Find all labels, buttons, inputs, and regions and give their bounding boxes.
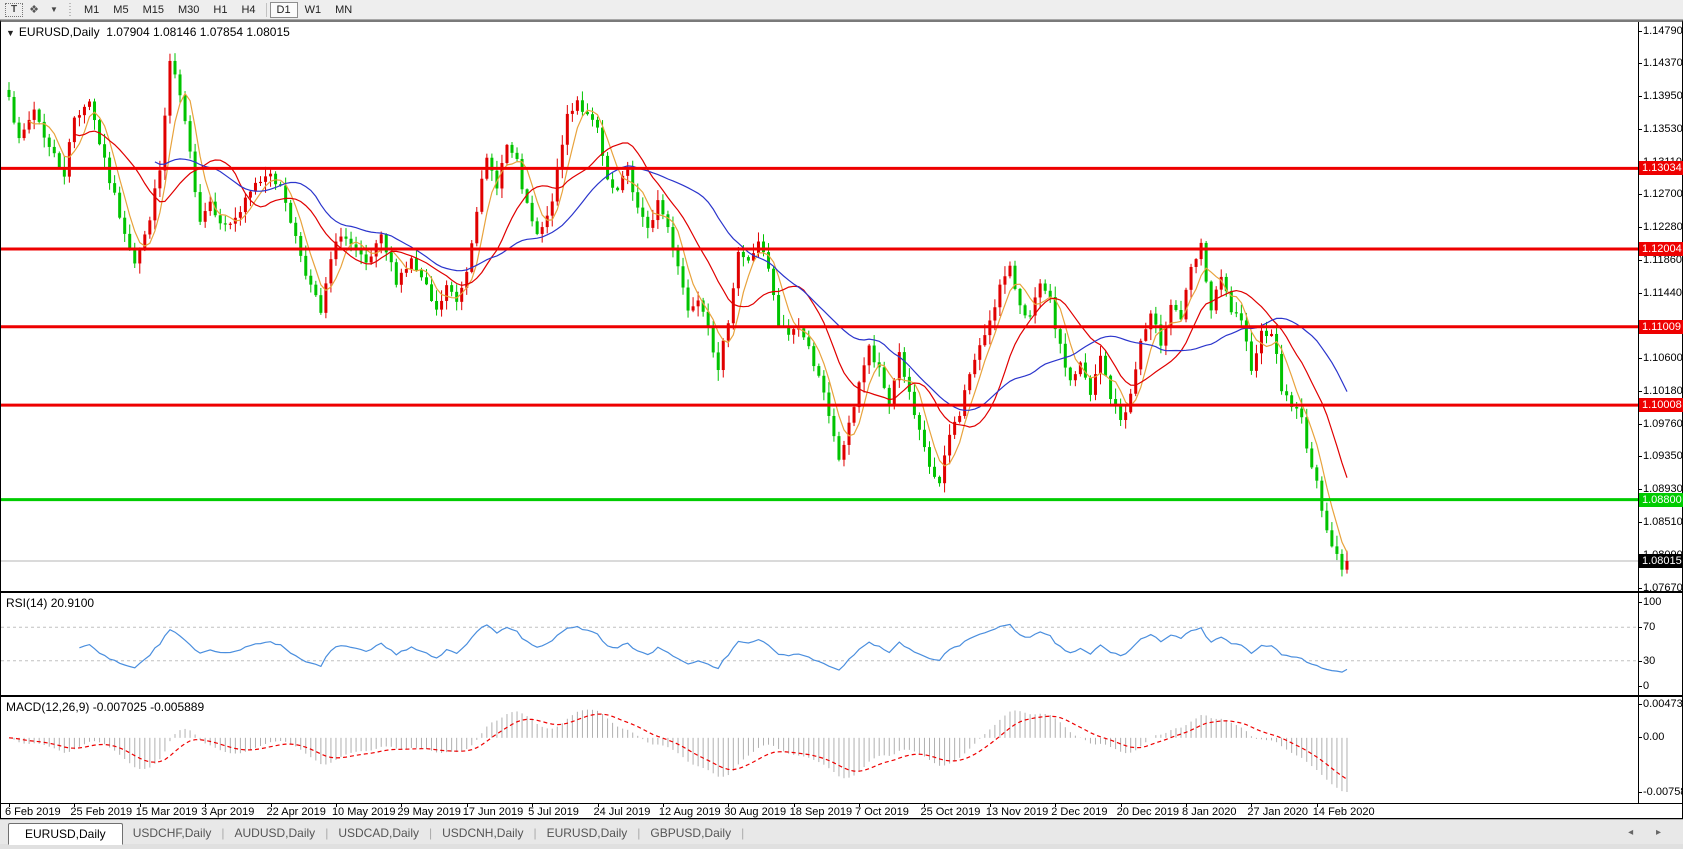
price-axis: 1.147901.143701.139501.135301.131101.127… bbox=[1638, 22, 1682, 591]
date-axis-label: 5 Jul 2019 bbox=[528, 806, 579, 818]
chart-ohlc-values: 1.07904 1.08146 1.07854 1.08015 bbox=[106, 25, 290, 39]
chart-tab-usdchf[interactable]: USDCHF,Daily bbox=[123, 822, 222, 844]
macd-chart-area[interactable]: MACD(12,26,9) -0.007025 -0.005889 bbox=[1, 697, 1638, 803]
macd-panel: MACD(12,26,9) -0.007025 -0.005889 0.0047… bbox=[1, 695, 1682, 803]
price-chart-area[interactable]: ▼ EURUSD,Daily 1.07904 1.08146 1.07854 1.… bbox=[1, 22, 1638, 591]
date-axis-label: 3 Apr 2019 bbox=[201, 806, 254, 818]
date-axis-label: 2 Dec 2019 bbox=[1051, 806, 1107, 818]
chart-tab-eurusd[interactable]: EURUSD,Daily bbox=[537, 822, 638, 844]
date-axis-label: 25 Feb 2019 bbox=[70, 806, 132, 818]
rsi-axis-label: 70 bbox=[1643, 621, 1655, 634]
rsi-panel: RSI(14) 20.9100 100 70 30 0 bbox=[1, 591, 1682, 695]
timeframe-button-h1[interactable]: H1 bbox=[206, 2, 234, 18]
price-panel: ▼ EURUSD,Daily 1.07904 1.08146 1.07854 1.… bbox=[1, 22, 1682, 591]
top-toolbar: T ❖ ▼ M1M5M15M30H1H4 D1W1MN bbox=[0, 0, 1683, 20]
tab-separator: | bbox=[741, 826, 744, 844]
price-axis-label: 1.12280 bbox=[1643, 221, 1683, 234]
price-axis-label: 1.12700 bbox=[1643, 188, 1683, 201]
date-axis-label: 22 Apr 2019 bbox=[267, 806, 326, 818]
date-axis-label: 6 Feb 2019 bbox=[5, 806, 61, 818]
rsi-axis-label: 100 bbox=[1643, 596, 1661, 609]
price-axis-label: 1.13530 bbox=[1643, 123, 1683, 136]
toolbar-grip bbox=[68, 3, 73, 17]
timeframe-button-m5[interactable]: M5 bbox=[106, 2, 135, 18]
level-price-badge: 1.08800 bbox=[1639, 493, 1683, 507]
toolbar-separator bbox=[266, 3, 267, 17]
date-axis-label: 10 May 2019 bbox=[332, 806, 396, 818]
timeframe-button-w1[interactable]: W1 bbox=[298, 2, 329, 18]
level-price-badge: 1.12004 bbox=[1639, 242, 1683, 256]
price-axis-label: 1.13950 bbox=[1643, 90, 1683, 103]
date-axis-label: 18 Sep 2019 bbox=[790, 806, 852, 818]
price-axis-label: 1.09760 bbox=[1643, 418, 1683, 431]
date-axis: 6 Feb 2019 25 Feb 2019 15 Mar 20193 Apr 20… bbox=[1, 803, 1682, 818]
price-axis-label: 1.14370 bbox=[1643, 57, 1683, 70]
rsi-chart bbox=[1, 593, 1638, 695]
collapse-caret-icon[interactable]: ▼ bbox=[6, 28, 15, 38]
macd-axis-label: 0.004738 bbox=[1643, 698, 1683, 711]
price-axis-label: 1.08510 bbox=[1643, 516, 1683, 529]
chart-window: ▼ EURUSD,Daily 1.07904 1.08146 1.07854 1.… bbox=[0, 20, 1683, 819]
timeframe-button-m15[interactable]: M15 bbox=[136, 2, 171, 18]
macd-label: MACD(12,26,9) -0.007025 -0.005889 bbox=[6, 700, 204, 714]
date-axis-label: 20 Dec 2019 bbox=[1117, 806, 1179, 818]
date-axis-label: 25 Oct 2019 bbox=[920, 806, 980, 818]
level-price-badge: 1.13034 bbox=[1639, 161, 1683, 175]
date-axis-label: 8 Jan 2020 bbox=[1182, 806, 1236, 818]
price-axis-label: 1.10600 bbox=[1643, 352, 1683, 365]
rsi-label: RSI(14) 20.9100 bbox=[6, 596, 94, 610]
chart-tab-audusd[interactable]: AUDUSD,Daily bbox=[225, 822, 326, 844]
timeframe-group: M1M5M15M30H1H4 D1W1MN bbox=[77, 2, 359, 18]
level-price-badge: 1.11009 bbox=[1639, 320, 1683, 334]
date-axis-label: 7 Oct 2019 bbox=[855, 806, 909, 818]
timeframe-button-m1[interactable]: M1 bbox=[77, 2, 106, 18]
chart-symbol: EURUSD,Daily bbox=[19, 25, 100, 39]
date-axis-label: 12 Aug 2019 bbox=[659, 806, 721, 818]
macd-axis: 0.004738 0.00 -0.007585 bbox=[1638, 697, 1682, 803]
macd-chart bbox=[1, 697, 1638, 803]
tab-scroll-arrows[interactable]: ◂ ▸ bbox=[1628, 827, 1683, 844]
price-axis-label: 1.09350 bbox=[1643, 450, 1683, 463]
chart-tab-eurusd[interactable]: EURUSD,Daily bbox=[8, 823, 123, 845]
rsi-axis: 100 70 30 0 bbox=[1638, 593, 1682, 695]
date-axis-label: 24 Jul 2019 bbox=[594, 806, 651, 818]
price-axis-label: 1.11440 bbox=[1643, 287, 1682, 300]
rsi-chart-area[interactable]: RSI(14) 20.9100 bbox=[1, 593, 1638, 695]
arrange-icon[interactable]: ❖ bbox=[25, 2, 43, 18]
text-tool-icon[interactable]: T bbox=[5, 3, 23, 17]
chart-tab-bar: EURUSD,DailyUSDCHF,Daily|AUDUSD,Daily|US… bbox=[0, 819, 1683, 844]
chart-title: ▼ EURUSD,Daily 1.07904 1.08146 1.07854 1.… bbox=[6, 25, 290, 39]
timeframe-button-mn[interactable]: MN bbox=[328, 2, 359, 18]
timeframe-button-h4[interactable]: H4 bbox=[234, 2, 262, 18]
price-axis-label: 1.14790 bbox=[1643, 25, 1683, 38]
date-axis-label: 13 Nov 2019 bbox=[986, 806, 1048, 818]
rsi-axis-label: 30 bbox=[1643, 655, 1655, 668]
date-axis-label: 29 May 2019 bbox=[397, 806, 461, 818]
chart-tab-gbpusd[interactable]: GBPUSD,Daily bbox=[640, 822, 741, 844]
bottom-strip bbox=[0, 844, 1683, 849]
chart-tab-usdcnh[interactable]: USDCNH,Daily bbox=[432, 822, 533, 844]
chevron-down-icon[interactable]: ▼ bbox=[45, 2, 63, 18]
price-axis-label: 1.10180 bbox=[1643, 385, 1683, 398]
candlestick-chart bbox=[1, 22, 1638, 590]
current-price-badge: 1.08015 bbox=[1639, 554, 1683, 568]
date-axis-label: 17 Jun 2019 bbox=[463, 806, 524, 818]
timeframe-button-m30[interactable]: M30 bbox=[171, 2, 206, 18]
timeframe-button-d1[interactable]: D1 bbox=[270, 2, 298, 18]
date-axis-label: 30 Aug 2019 bbox=[724, 806, 786, 818]
level-price-badge: 1.10008 bbox=[1639, 398, 1683, 412]
date-axis-label: 14 Feb 2020 bbox=[1313, 806, 1375, 818]
macd-axis-label: 0.00 bbox=[1643, 731, 1664, 744]
rsi-axis-label: 0 bbox=[1643, 680, 1649, 693]
chart-tab-usdcad[interactable]: USDCAD,Daily bbox=[328, 822, 429, 844]
date-axis-label: 27 Jan 2020 bbox=[1247, 806, 1308, 818]
date-axis-label: 15 Mar 2019 bbox=[136, 806, 198, 818]
macd-axis-label: -0.007585 bbox=[1643, 786, 1683, 799]
